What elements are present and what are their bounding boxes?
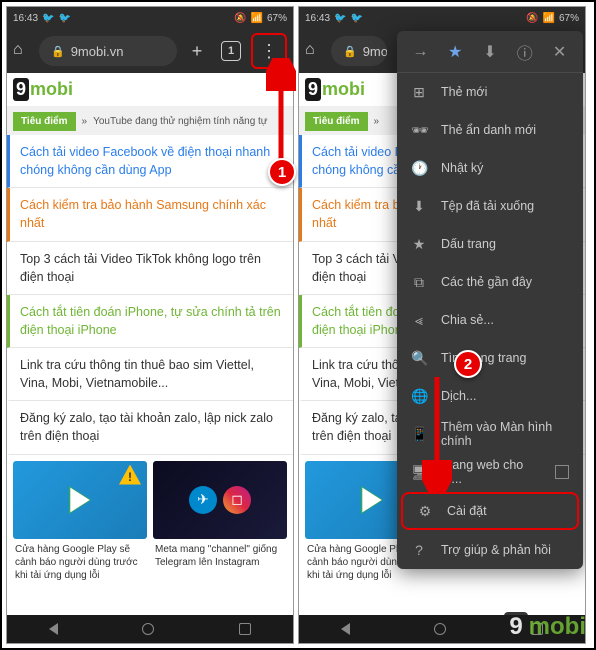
step-marker-1: 1 <box>268 158 296 186</box>
thumb-row: ! Cửa hàng Google Play sẽ cảnh báo người… <box>7 455 293 592</box>
thumb-image: ! <box>13 461 147 539</box>
url-bar[interactable]: 🔒 9mobi.vn <box>39 36 177 66</box>
signal-icon: 📶 <box>251 13 263 24</box>
step-marker-2: 2 <box>454 350 482 378</box>
silent-icon: 🔕 <box>234 13 246 24</box>
lock-icon: 🔒 <box>51 45 65 58</box>
url-text: 9mobi... <box>363 44 387 59</box>
battery-text: 67% <box>559 13 579 24</box>
dropdown-top-row: → ★ ⬇ ⓘ ✕ <box>397 31 583 73</box>
history-icon: 🕐 <box>411 160 427 177</box>
article-item[interactable]: Cách tải video Facebook về điện thoại nh… <box>7 135 293 188</box>
menu-settings[interactable]: ⚙Cài đặt <box>403 494 577 528</box>
plus-icon: ⊞ <box>411 84 427 101</box>
silent-icon: 🔕 <box>526 13 538 24</box>
instagram-icon: ◻ <box>223 486 251 514</box>
site-header: 9mobi <box>7 73 293 107</box>
arrow-1 <box>266 58 296 168</box>
help-icon: ? <box>411 542 427 558</box>
back-button[interactable] <box>49 623 58 635</box>
download-icon: ⬇ <box>411 198 427 215</box>
share-icon: ⪡ <box>411 312 427 329</box>
lock-icon: 🔒 <box>343 45 357 58</box>
new-tab-button[interactable]: + <box>183 37 211 65</box>
menu-incognito[interactable]: 🕶Thẻ ẩn danh mới <box>397 111 583 149</box>
battery-text: 67% <box>267 13 287 24</box>
thumb-title: Meta mang "channel" giống Telegram lên I… <box>153 539 287 573</box>
download-icon[interactable]: ⬇ <box>478 42 502 62</box>
nav-bottom <box>7 615 293 643</box>
home-icon[interactable]: ⌂ <box>305 41 325 61</box>
twitter-icon: 🐦 <box>334 13 346 24</box>
watermark: 9mobi <box>504 612 586 642</box>
menu-history[interactable]: 🕐Nhật ký <box>397 149 583 187</box>
article-item[interactable]: Link tra cứu thông tin thuê bao sim Viet… <box>7 348 293 401</box>
recent-button[interactable] <box>239 623 251 635</box>
article-item[interactable]: Đăng ký zalo, tạo tài khoản zalo, lập ni… <box>7 401 293 454</box>
phone-right: 16:43 🐦 🐦 🔕 📶 67% ⌂ 🔒 9mobi... 9mobi Tiêu điể… <box>298 6 586 644</box>
thumb-card[interactable]: ✈◻ Meta mang "channel" giống Telegram lê… <box>153 461 287 586</box>
star-icon: ★ <box>411 236 427 253</box>
article-item[interactable]: Cách kiểm tra bảo hành Samsung chính xác… <box>7 188 293 241</box>
thumb-image: ✈◻ <box>153 461 287 539</box>
browser-toolbar: ⌂ 🔒9mobi.vn + 1 ⋮ <box>7 29 293 73</box>
play-icon <box>361 486 383 514</box>
star-icon[interactable]: ★ <box>443 42 467 62</box>
forward-icon[interactable]: → <box>408 43 432 61</box>
arrow-2 <box>422 363 452 493</box>
twitter-icon: 🐦 <box>58 13 70 24</box>
nav-active[interactable]: Tiêu điểm <box>305 112 368 131</box>
checkbox[interactable] <box>555 465 569 479</box>
twitter-icon: 🐦 <box>42 13 54 24</box>
site-logo[interactable]: 9mobi <box>305 78 365 101</box>
time: 16:43 <box>13 13 38 24</box>
incognito-icon: 🕶 <box>411 122 427 139</box>
article-item[interactable]: Cách tắt tiên đoán iPhone, tự sửa chính … <box>7 295 293 348</box>
phone-left: 16:43🐦🐦 🔕📶67% ⌂ 🔒9mobi.vn + 1 ⋮ 9mobi Ti… <box>6 6 294 644</box>
page-content: 9mobi Tiêu điểm » YouTube đang thử nghiệ… <box>7 73 293 644</box>
step2-highlight: ⚙Cài đặt <box>401 492 579 530</box>
home-button[interactable] <box>434 623 446 635</box>
tabs-icon: ⧉ <box>411 274 427 291</box>
thumb-title: Cửa hàng Google Play sẽ cảnh báo người d… <box>13 539 147 586</box>
menu-new-tab[interactable]: ⊞Thẻ mới <box>397 73 583 111</box>
close-icon[interactable]: ✕ <box>548 42 572 62</box>
warning-icon: ! <box>119 465 141 485</box>
info-icon[interactable]: ⓘ <box>513 40 537 64</box>
nav-bar: Tiêu điểm » YouTube đang thử nghiệm tính… <box>7 107 293 135</box>
home-button[interactable] <box>142 623 154 635</box>
status-bar: 16:43 🐦 🐦 🔕 📶 67% <box>299 7 585 29</box>
url-text: 9mobi.vn <box>71 44 124 59</box>
menu-bookmarks[interactable]: ★Dấu trang <box>397 225 583 263</box>
tab-switcher[interactable]: 1 <box>217 37 245 65</box>
article-item[interactable]: Top 3 cách tải Video TikTok không logo t… <box>7 242 293 295</box>
thumb-card[interactable]: ! Cửa hàng Google Play sẽ cảnh báo người… <box>13 461 147 586</box>
nav-trail[interactable]: YouTube đang thử nghiệm tính năng tự <box>93 116 267 127</box>
url-bar[interactable]: 🔒 9mobi... <box>331 36 387 66</box>
back-button[interactable] <box>341 623 350 635</box>
twitter-icon: 🐦 <box>350 13 362 24</box>
menu-downloads[interactable]: ⬇Tệp đã tải xuống <box>397 187 583 225</box>
status-bar: 16:43 🐦 🐦 🔕 📶 67% <box>7 7 293 29</box>
gear-icon: ⚙ <box>417 503 433 520</box>
site-logo[interactable]: 9mobi <box>13 78 73 101</box>
nav-active[interactable]: Tiêu điểm <box>13 112 76 131</box>
menu-help[interactable]: ?Trợ giúp & phản hồi <box>397 531 583 569</box>
menu-share[interactable]: ⪡Chia sẻ... <box>397 301 583 339</box>
telegram-icon: ✈ <box>189 486 217 514</box>
time: 16:43 <box>305 13 330 24</box>
menu-recent-tabs[interactable]: ⧉Các thẻ gần đây <box>397 263 583 301</box>
home-icon[interactable]: ⌂ <box>13 41 33 61</box>
signal-icon: 📶 <box>543 13 555 24</box>
play-icon <box>69 486 91 514</box>
